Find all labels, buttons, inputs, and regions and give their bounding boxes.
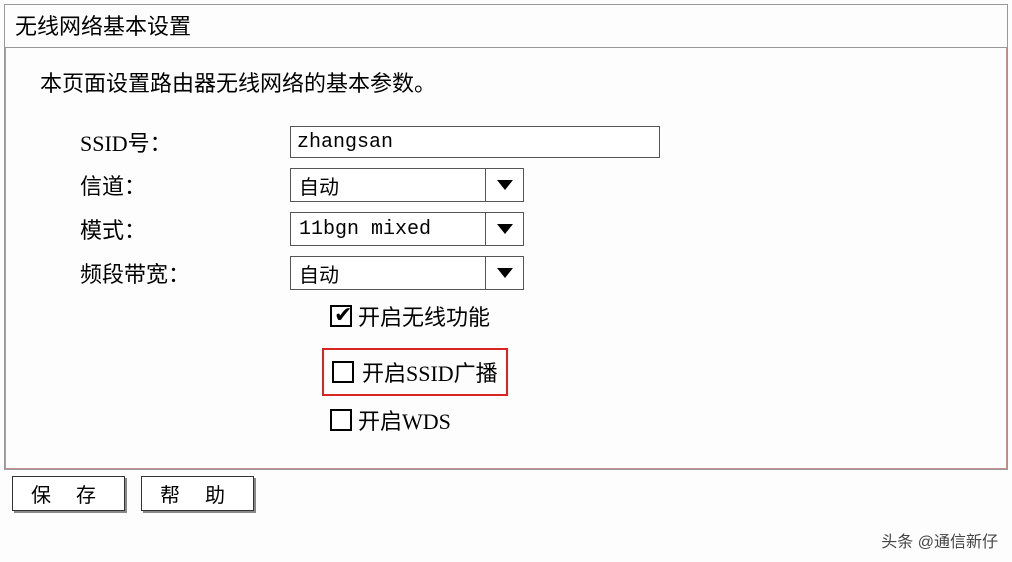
help-button[interactable]: 帮 助: [141, 476, 254, 511]
wireless-settings-panel: 无线网络基本设置 本页面设置路由器无线网络的基本参数。 SSID号： 信道： 自…: [4, 4, 1008, 470]
row-enable-wireless: ✔ 开启无线功能: [330, 300, 972, 332]
chevron-down-icon: [485, 169, 523, 201]
bandwidth-select[interactable]: 自动: [290, 256, 524, 290]
panel-body: 本页面设置路由器无线网络的基本参数。 SSID号： 信道： 自动 模式： 11b…: [5, 48, 1007, 469]
chevron-down-icon: [485, 213, 523, 245]
chevron-down-icon: [485, 257, 523, 289]
mode-select[interactable]: 11bgn mixed: [290, 212, 524, 246]
checkmark-icon: ✔: [334, 304, 352, 326]
panel-description: 本页面设置路由器无线网络的基本参数。: [40, 66, 972, 98]
enable-ssid-broadcast-checkbox[interactable]: [332, 361, 354, 383]
label-channel: 信道：: [40, 169, 290, 201]
row-channel: 信道： 自动: [40, 168, 972, 202]
enable-ssid-broadcast-label: 开启SSID广播: [362, 356, 498, 388]
row-enable-wds: 开启WDS: [330, 404, 972, 436]
enable-wireless-checkbox[interactable]: ✔: [330, 305, 352, 327]
watermark-text: 头条 @通信新仔: [881, 528, 998, 552]
channel-select-value: 自动: [291, 169, 485, 201]
enable-wds-label: 开启WDS: [358, 404, 451, 436]
mode-select-value: 11bgn mixed: [291, 213, 485, 245]
label-mode: 模式：: [40, 213, 290, 245]
bandwidth-select-value: 自动: [291, 257, 485, 289]
channel-select[interactable]: 自动: [290, 168, 524, 202]
panel-title: 无线网络基本设置: [5, 5, 1007, 48]
save-button[interactable]: 保 存: [12, 476, 125, 511]
ssid-broadcast-highlight: 开启SSID广播: [322, 348, 508, 396]
row-ssid: SSID号：: [40, 126, 972, 158]
label-ssid: SSID号：: [40, 126, 290, 158]
row-mode: 模式： 11bgn mixed: [40, 212, 972, 246]
button-bar: 保 存 帮 助: [4, 470, 1008, 517]
label-bandwidth: 频段带宽：: [40, 257, 290, 289]
row-bandwidth: 频段带宽： 自动: [40, 256, 972, 290]
enable-wds-checkbox[interactable]: [330, 409, 352, 431]
enable-wireless-label: 开启无线功能: [358, 300, 490, 332]
ssid-input[interactable]: [290, 126, 660, 158]
